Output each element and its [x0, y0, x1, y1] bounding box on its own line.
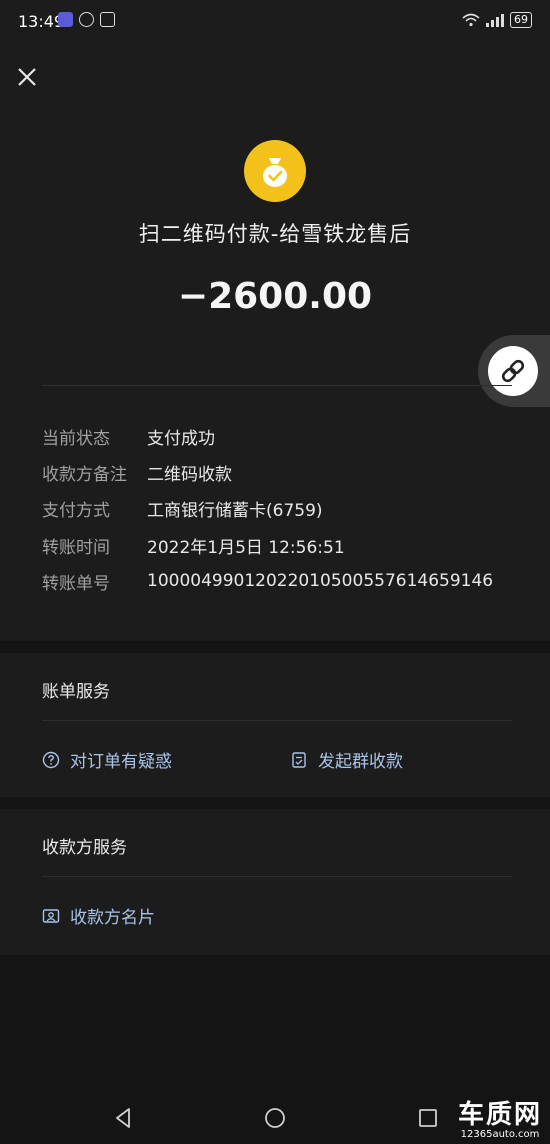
amount: −2600.00	[177, 276, 373, 317]
bill-service-title: 账单服务	[42, 682, 110, 702]
image-icon	[100, 12, 115, 27]
home-nav-icon[interactable]	[264, 1107, 286, 1129]
watermark-url: 12365auto.com	[460, 1129, 540, 1140]
status-bar: 13:49 69	[0, 0, 550, 44]
share-floating-tab[interactable]	[478, 335, 550, 407]
group-collect-link[interactable]: 发起群收款	[290, 747, 403, 772]
merchant-title: 扫二维码付款-给雪铁龙售后	[138, 222, 412, 246]
recents-nav-icon[interactable]	[418, 1108, 438, 1128]
payee-card-label: 收款方名片	[70, 908, 155, 928]
detail-row-note: 收款方备注 二维码收款	[42, 454, 493, 490]
notification-icons	[58, 12, 115, 27]
detail-row-time: 转账时间 2022年1月5日 12:56:51	[42, 527, 493, 563]
detail-value: 支付成功	[147, 428, 215, 449]
message-icon	[79, 12, 94, 27]
divider	[42, 876, 512, 877]
contact-card-icon	[42, 908, 60, 923]
detail-row-method: 支付方式 工商银行储蓄卡(6759)	[42, 491, 493, 527]
detail-key: 收款方备注	[42, 464, 127, 485]
divider	[42, 720, 512, 721]
close-icon[interactable]	[12, 62, 42, 92]
group-collect-label: 发起群收款	[318, 752, 403, 772]
detail-value: 2022年1月5日 12:56:51	[147, 537, 345, 558]
order-question-link[interactable]: 对订单有疑惑	[42, 747, 172, 772]
status-right: 69	[462, 12, 532, 28]
detail-value: 二维码收款	[147, 464, 232, 485]
payment-bag-icon	[244, 140, 306, 202]
detail-value: 10000499012022010500557614659146	[147, 571, 494, 592]
back-nav-icon[interactable]	[112, 1106, 134, 1130]
payee-card-link[interactable]: 收款方名片	[42, 903, 155, 928]
transaction-details: 当前状态 支付成功 收款方备注 二维码收款 支付方式 工商银行储蓄卡(6759)…	[42, 418, 493, 599]
share-button[interactable]	[488, 346, 538, 396]
payee-service-title: 收款方服务	[42, 838, 127, 858]
detail-key: 转账时间	[42, 537, 110, 558]
transaction-header: 扫二维码付款-给雪铁龙售后 −2600.00	[0, 140, 550, 317]
signal-icon	[486, 13, 504, 27]
app-notification-icon	[58, 12, 73, 27]
detail-row-status: 当前状态 支付成功	[42, 418, 493, 454]
divider	[42, 385, 512, 386]
detail-key: 支付方式	[42, 501, 110, 522]
detail-key: 当前状态	[42, 428, 110, 449]
wifi-icon	[462, 13, 480, 27]
watermark: 车质网 12365auto.com	[458, 1094, 542, 1140]
question-circle-icon	[42, 751, 60, 768]
section-gap	[0, 641, 550, 653]
link-icon	[501, 359, 525, 383]
detail-key: 转账单号	[42, 573, 110, 594]
section-gap	[0, 797, 550, 809]
order-question-label: 对订单有疑惑	[70, 752, 172, 772]
receipt-icon	[292, 751, 306, 768]
detail-row-order-no: 转账单号 10000499012022010500557614659146	[42, 563, 493, 599]
watermark-logo: 车质网	[457, 1100, 542, 1130]
detail-value: 工商银行储蓄卡(6759)	[147, 501, 323, 522]
battery-indicator: 69	[510, 12, 532, 28]
